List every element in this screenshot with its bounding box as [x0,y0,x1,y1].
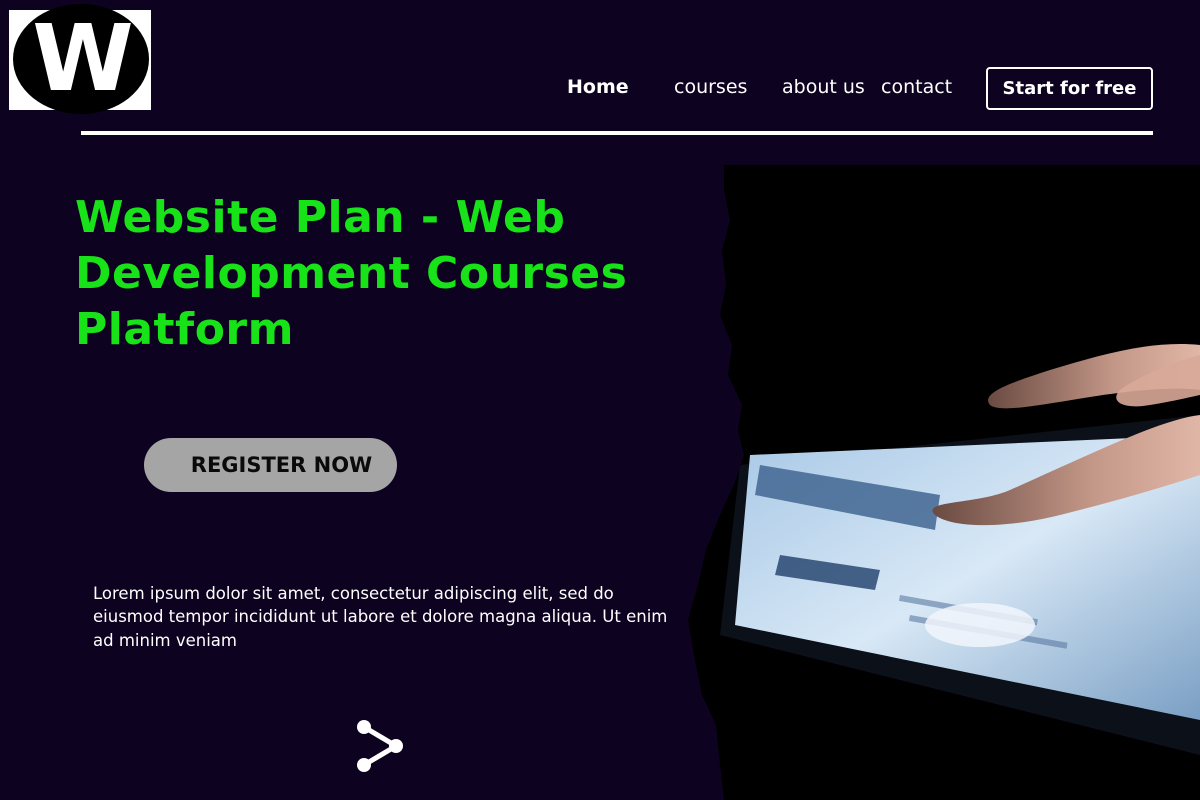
register-now-button[interactable]: REGISTER NOW [144,438,397,492]
header-divider [81,131,1153,135]
nav-about-link[interactable]: about us [782,76,865,98]
logo-badge: W [13,4,149,114]
share-icon[interactable] [352,718,406,774]
start-for-free-button[interactable]: Start for free [986,67,1153,110]
site-logo[interactable]: W [9,4,151,114]
nav-home-link[interactable]: Home [567,76,629,98]
nav-contact-link[interactable]: contact [881,76,952,98]
hero-title: Website Plan - Web Development Courses P… [75,192,628,355]
hero-description: Lorem ipsum dolor sit amet, consectetur … [93,583,668,650]
nav-courses-link[interactable]: courses [674,76,747,98]
hero-photo [688,165,1200,800]
logo-letter: W [32,5,133,112]
